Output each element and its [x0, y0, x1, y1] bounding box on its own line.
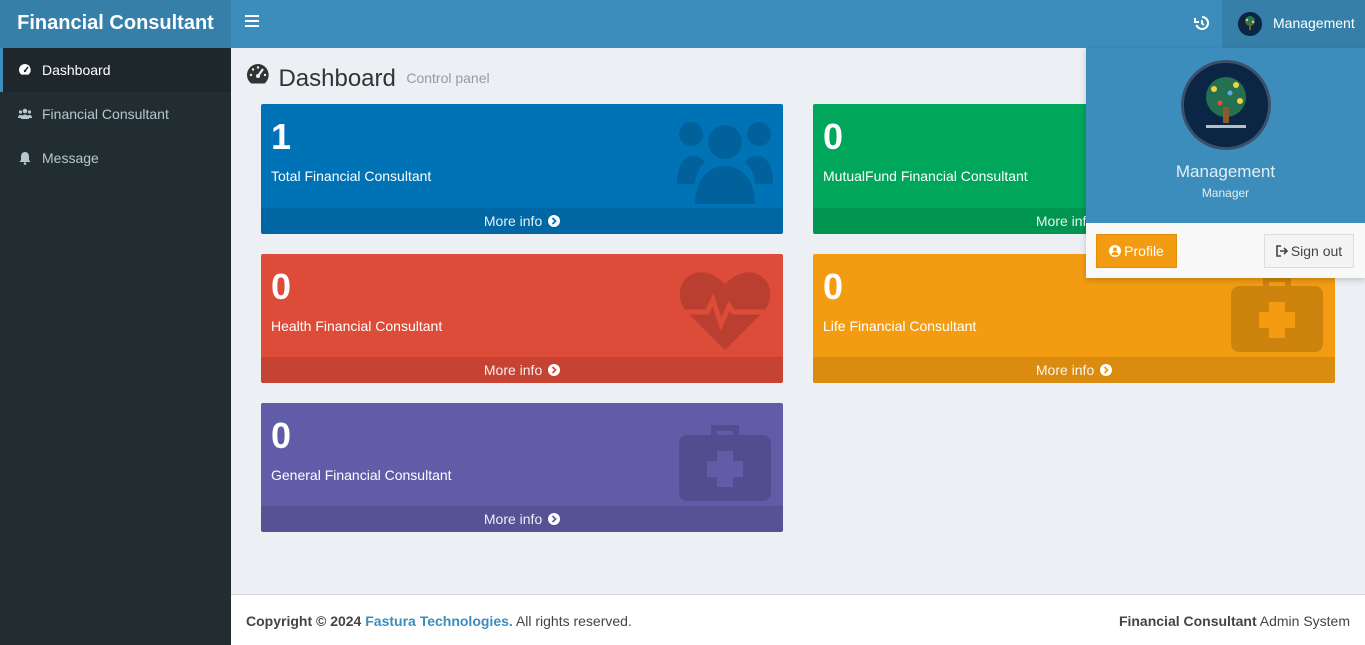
sidebar-item-financial-consultant[interactable]: Financial Consultant [0, 92, 231, 136]
page-title: Dashboard [278, 64, 396, 92]
user-footer: Profile Sign out [1086, 223, 1365, 278]
sidebar-toggle-icon[interactable] [245, 15, 259, 31]
stat-count: 0 [271, 415, 292, 456]
stat-label: Life Financial Consultant [823, 318, 977, 334]
sidebar-item-message[interactable]: Message [0, 136, 231, 180]
company-link[interactable]: Fastura Technologies. [365, 613, 513, 629]
arrow-circle-right-icon [1100, 364, 1113, 376]
sidebar-item-label: Message [42, 150, 99, 166]
app-logo[interactable]: Financial Consultant [0, 0, 231, 48]
system-name: Financial Consultant Admin System [1118, 613, 1350, 629]
user-dropdown: Management Manager Profile Sign out [1086, 48, 1365, 278]
user-name: Management [1273, 15, 1355, 31]
arrow-circle-right-icon [548, 364, 561, 376]
stat-label: Health Financial Consultant [271, 318, 443, 334]
copyright: Copyright © 2024 Fastura Technologies. A… [246, 613, 632, 629]
more-info-link[interactable]: More info [813, 357, 1335, 383]
top-navbar: Management [231, 0, 1365, 48]
dashboard-icon [19, 64, 31, 75]
more-info-link[interactable]: More info [261, 208, 783, 234]
sidebar: Dashboard Financial Consultant Message [0, 48, 231, 645]
users-icon [18, 108, 32, 119]
sidebar-item-label: Financial Consultant [42, 106, 169, 122]
stat-label: General Financial Consultant [271, 467, 452, 483]
avatar [1181, 60, 1271, 150]
content-header: Dashboard Control panel [246, 62, 490, 93]
sign-out-button[interactable]: Sign out [1264, 234, 1354, 268]
stat-label: Total Financial Consultant [271, 168, 432, 184]
user-role: Manager [1201, 186, 1250, 200]
stat-count: 0 [823, 116, 844, 157]
profile-button[interactable]: Profile [1096, 234, 1177, 268]
stat-count: 1 [271, 116, 292, 157]
stat-count: 0 [271, 266, 292, 307]
sign-out-icon [1276, 245, 1288, 257]
arrow-circle-right-icon [548, 215, 561, 227]
history-icon[interactable] [1194, 15, 1210, 31]
stat-box-general: 0 General Financial Consultant More info [261, 403, 783, 532]
sidebar-item-dashboard[interactable]: Dashboard [0, 48, 231, 92]
heartbeat-icon [679, 272, 771, 350]
bell-icon [19, 152, 31, 165]
more-info-link[interactable]: More info [261, 357, 783, 383]
user-header: Management Manager [1086, 48, 1365, 223]
user-menu[interactable]: Management [1222, 0, 1365, 48]
stat-box-total: 1 Total Financial Consultant More info [261, 104, 783, 234]
user-full-name: Management [1175, 162, 1276, 181]
avatar [1238, 12, 1262, 36]
medkit-icon [679, 425, 771, 501]
page-subtitle: Control panel [406, 70, 490, 86]
stat-box-health: 0 Health Financial Consultant More info [261, 254, 783, 383]
stat-label: MutualFund Financial Consultant [823, 168, 1028, 184]
sidebar-item-label: Dashboard [42, 62, 111, 78]
page-footer: Copyright © 2024 Fastura Technologies. A… [231, 594, 1365, 645]
dashboard-icon [247, 64, 269, 84]
stat-count: 0 [823, 266, 844, 307]
user-circle-icon [1109, 245, 1122, 257]
more-info-link[interactable]: More info [261, 506, 783, 532]
users-icon [677, 122, 773, 204]
arrow-circle-right-icon [548, 513, 561, 525]
